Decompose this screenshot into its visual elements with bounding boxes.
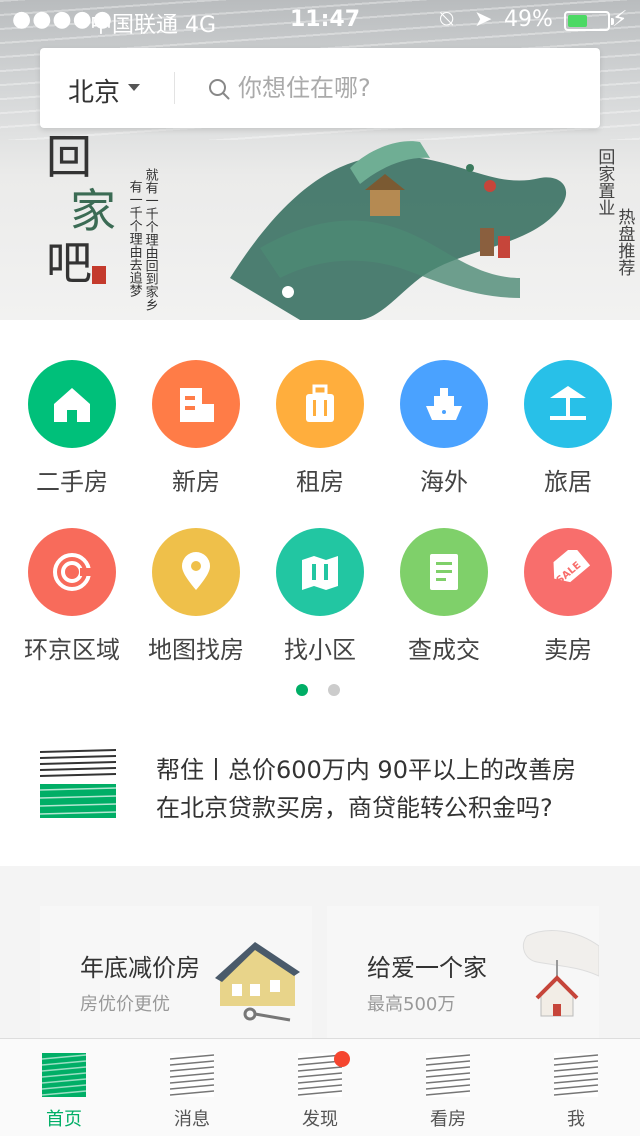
search-divider	[174, 72, 175, 104]
hand-holding-house-icon	[522, 930, 599, 1017]
category-icon-circle	[152, 360, 240, 448]
house-with-keys-icon	[215, 942, 300, 1022]
seal-stamp	[92, 266, 106, 284]
category-map-pin[interactable]: 地图找房	[136, 528, 256, 665]
tab-viewings[interactable]: 看房	[384, 1039, 512, 1136]
beach-umbrella-icon	[550, 386, 586, 420]
category-icon-circle	[152, 528, 240, 616]
category-label: 新房	[172, 468, 220, 496]
category-icon-circle	[524, 360, 612, 448]
category-document[interactable]: 查成交	[384, 528, 504, 665]
category-label: 环京区域	[24, 636, 120, 664]
news-ticker[interactable]: 帮住丨总价600万内 90平以上的改善房 在北京贷款买房，商贷能转公积金吗?	[0, 730, 640, 840]
category-icon-circle	[28, 360, 116, 448]
ship-icon	[426, 388, 462, 420]
battery-level	[568, 15, 587, 27]
tab-label: 发现	[302, 1109, 338, 1130]
banner-poem-line-2: 有一千个理由去追梦	[126, 180, 142, 297]
banner-page-indicator	[282, 286, 294, 298]
tab-me[interactable]: 我	[512, 1039, 640, 1136]
category-ship[interactable]: 海外	[384, 360, 504, 497]
location-icon: ➤	[474, 7, 493, 32]
category-icon-circle	[28, 528, 116, 616]
category-icon-circle	[400, 528, 488, 616]
rotation-lock-icon: ⍉	[440, 7, 454, 32]
tab-home[interactable]: 首页	[0, 1039, 128, 1136]
carrier-label: 中国联通 4G	[90, 13, 217, 38]
hero-banner[interactable]: 回 家 吧 就有一千个理由回到家乡 有一千个理由去追梦 回家置业 热盘推荐 ●●…	[0, 0, 640, 320]
battery-icon	[564, 11, 614, 31]
category-label: 租房	[296, 468, 344, 496]
banner-title-char-1: 回	[46, 130, 92, 184]
status-bar: ●●●●● 中国联通 4G 11:47 ⍉ ➤ 49% ⚡	[0, 0, 640, 40]
category-icon-circle	[400, 360, 488, 448]
pager-dot-active[interactable]	[296, 684, 308, 696]
banner-title-char-3: 吧	[46, 236, 92, 290]
building-icon	[180, 388, 214, 422]
category-icon-circle	[276, 360, 364, 448]
search-input[interactable]	[238, 66, 578, 110]
luggage-icon	[306, 384, 334, 422]
banner-poem-line-1: 就有一千个理由回到家乡	[142, 168, 158, 311]
map-pin-icon	[182, 552, 210, 590]
tab-viewings-icon	[426, 1053, 470, 1097]
caret-down-icon[interactable]	[128, 84, 140, 91]
search-bar: 北京	[40, 48, 600, 128]
tab-discover[interactable]: 发现	[256, 1039, 384, 1136]
map-icon	[302, 556, 338, 590]
category-sale-tag[interactable]: SALE 卖房	[508, 528, 628, 665]
news-logo-icon	[40, 748, 116, 818]
tab-bar: 首页 消息 发现 看房 我	[0, 1038, 640, 1136]
document-icon	[430, 554, 458, 590]
category-luggage[interactable]: 租房	[260, 360, 380, 497]
promo-title: 年底减价房	[80, 954, 200, 982]
category-label: 查成交	[408, 636, 480, 664]
promo-subtitle: 最高500万	[367, 994, 456, 1015]
charging-icon: ⚡	[612, 7, 628, 32]
tab-label: 我	[567, 1109, 585, 1130]
category-label: 海外	[420, 468, 468, 496]
category-label: 地图找房	[148, 636, 244, 664]
tab-label: 看房	[430, 1109, 466, 1130]
category-map[interactable]: 找小区	[260, 528, 380, 665]
category-label: 二手房	[36, 468, 108, 496]
news-headline-2[interactable]: 在北京贷款买房，商贷能转公积金吗?	[156, 788, 553, 823]
category-icon-circle: SALE	[524, 528, 612, 616]
tab-messages[interactable]: 消息	[128, 1039, 256, 1136]
promo-subtitle: 房优价更优	[80, 994, 170, 1015]
category-beach-umbrella[interactable]: 旅居	[508, 360, 628, 497]
clock: 11:47	[290, 7, 361, 32]
tab-messages-icon	[170, 1053, 214, 1097]
promo-card-love-home[interactable]: 给爱一个家 最高500万	[327, 906, 599, 1038]
category-ring[interactable]: 环京区域	[12, 528, 132, 665]
tab-home-icon	[42, 1053, 86, 1097]
banner-title-char-2: 家	[70, 184, 116, 238]
category-building[interactable]: 新房	[136, 360, 256, 497]
battery-percentage: 49%	[504, 7, 553, 32]
ring-icon	[53, 553, 92, 591]
city-selector[interactable]: 北京	[68, 72, 120, 109]
sale-tag-icon: SALE	[553, 550, 590, 586]
banner-tagline-2: 热盘推荐	[614, 208, 635, 276]
promo-title: 给爱一个家	[367, 954, 487, 982]
category-label: 卖房	[544, 636, 592, 664]
tab-me-icon	[554, 1053, 598, 1097]
pager-dot[interactable]	[328, 684, 340, 696]
category-house[interactable]: 二手房	[12, 360, 132, 497]
notification-badge	[334, 1051, 350, 1067]
tab-label: 消息	[174, 1109, 210, 1130]
category-label: 找小区	[284, 636, 356, 664]
category-icon-circle	[276, 528, 364, 616]
banner-tagline-1: 回家置业	[594, 148, 615, 216]
tab-label: 首页	[46, 1109, 82, 1130]
app-screen: 回 家 吧 就有一千个理由回到家乡 有一千个理由去追梦 回家置业 热盘推荐 ●●…	[0, 0, 640, 1136]
promo-card-price-cut[interactable]: 年底减价房 房优价更优	[40, 906, 312, 1038]
house-icon	[54, 388, 90, 422]
news-headline-1[interactable]: 帮住丨总价600万内 90平以上的改善房	[156, 750, 576, 785]
category-label: 旅居	[544, 468, 592, 496]
search-icon	[209, 79, 230, 100]
